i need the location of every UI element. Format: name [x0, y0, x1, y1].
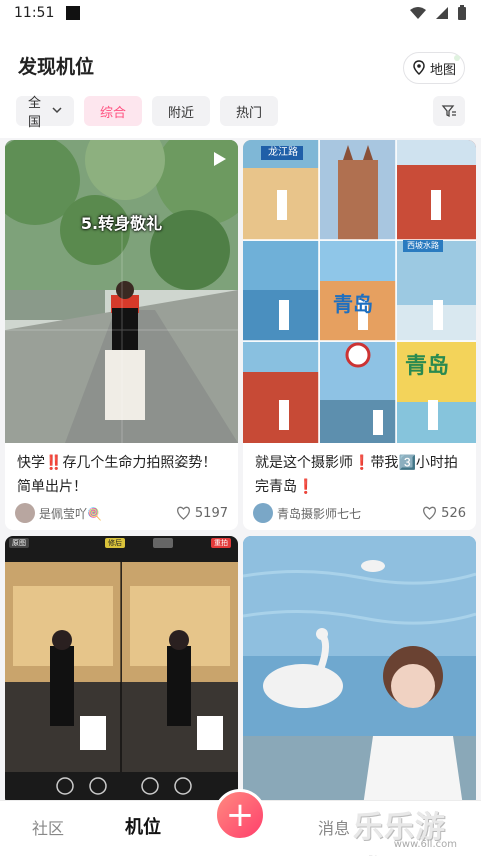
- post-card[interactable]: [243, 536, 476, 806]
- comparison-label: 修后: [108, 539, 122, 547]
- tab-label: 热门: [235, 105, 262, 121]
- notification-icon: [66, 6, 81, 20]
- like-count: 526: [441, 505, 466, 521]
- post-meta: 青岛摄影师七七 526: [253, 502, 466, 524]
- post-image[interactable]: [243, 536, 476, 806]
- street-sign-text: 龙江路: [268, 147, 298, 158]
- image-overlay-text: 青岛: [333, 292, 373, 316]
- watermark-url: www.6ll.com: [393, 839, 457, 850]
- heart-icon: [176, 506, 190, 520]
- status-bar: 11:51: [0, 0, 481, 26]
- image-overlay-text: 青岛: [405, 354, 450, 379]
- signal-icon: [436, 7, 448, 19]
- map-label: 地图: [429, 62, 456, 78]
- video-play-icon: [214, 152, 226, 166]
- post-image[interactable]: 5.转身敬礼: [5, 140, 238, 443]
- image-overlay-text: 5.转身敬礼: [80, 214, 163, 233]
- filter-bar: 全国 综合 附近 热门: [16, 96, 278, 130]
- post-caption: 就是这个摄影师❗带我3️⃣小时拍完青岛❗: [255, 455, 458, 495]
- region-label: 全国: [28, 96, 42, 130]
- tab-comprehensive[interactable]: 综合: [84, 96, 142, 126]
- filter-button[interactable]: [433, 96, 465, 126]
- like-count: 5197: [194, 505, 228, 521]
- heart-icon: [423, 506, 437, 520]
- author-name[interactable]: 是佩莹吖🍭: [39, 505, 102, 522]
- author-name[interactable]: 青岛摄影师七七: [277, 505, 361, 522]
- post-card[interactable]: 原图 修后 重拍: [5, 536, 238, 806]
- avatar[interactable]: [15, 503, 35, 523]
- tab-label: 综合: [99, 105, 126, 121]
- battery-icon: [458, 5, 466, 20]
- chevron-down-icon: [52, 106, 62, 117]
- tab-community[interactable]: 社区: [32, 815, 64, 839]
- create-post-button[interactable]: +: [214, 789, 266, 841]
- status-time: 11:51: [14, 5, 55, 21]
- map-dot-badge: [454, 55, 460, 61]
- street-sign-text: 西坡水路: [407, 241, 439, 250]
- like-button[interactable]: 5197: [176, 506, 228, 521]
- post-meta: 是佩莹吖🍭 5197: [15, 502, 228, 524]
- post-image[interactable]: 原图 修后 重拍: [5, 536, 238, 806]
- post-card[interactable]: 龙江路 西坡水路 青岛 青岛 就是这个摄影师❗带我3️⃣小时拍完青岛❗ 青岛摄影…: [243, 140, 476, 530]
- avatar[interactable]: [253, 503, 273, 523]
- post-caption: 快学‼️存几个生命力拍照姿势！简单出片！: [17, 455, 217, 495]
- page-title: 发现机位: [18, 56, 95, 78]
- tab-nearby[interactable]: 附近: [152, 96, 210, 126]
- tab-spots[interactable]: 机位: [125, 813, 161, 839]
- filter-icon: [441, 105, 456, 118]
- site-watermark: 乐乐游戏 www.6ll.com: [353, 798, 473, 856]
- region-select[interactable]: 全国: [16, 96, 74, 130]
- map-pin-icon: [413, 60, 425, 76]
- post-card[interactable]: 5.转身敬礼 快学‼️存几个生命力拍照姿势！简单出片！ 是佩莹吖🍭 5197: [5, 140, 238, 530]
- tab-popular[interactable]: 热门: [220, 96, 278, 126]
- comparison-label: 原图: [12, 539, 26, 547]
- comparison-label: 重拍: [214, 539, 228, 547]
- wifi-icon: [410, 7, 426, 19]
- post-image[interactable]: 龙江路 西坡水路 青岛 青岛: [243, 140, 476, 443]
- page-header: 发现机位 地图 全国 综合 附近 热门: [0, 26, 481, 138]
- map-button[interactable]: 地图: [403, 52, 465, 84]
- tab-messages[interactable]: 消息: [318, 815, 350, 839]
- tab-label: 附近: [167, 105, 194, 121]
- like-button[interactable]: 526: [422, 506, 466, 521]
